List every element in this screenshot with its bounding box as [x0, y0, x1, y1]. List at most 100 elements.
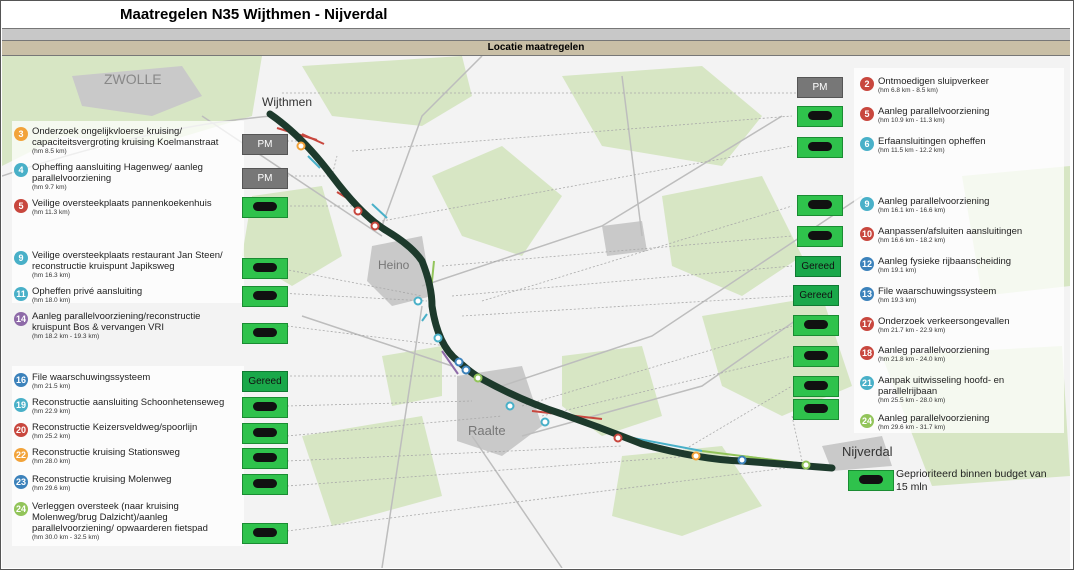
marker-12: 12 [860, 257, 874, 271]
status-budget [242, 397, 288, 418]
item-label: Aanleg parallelvoorziening [878, 106, 990, 117]
status-budget [242, 423, 288, 444]
marker-22: 22 [14, 448, 28, 462]
legend-swatch [848, 470, 894, 491]
item-label: Aanleg parallelvoorziening [878, 345, 990, 356]
marker-24: 24 [860, 414, 874, 428]
status-budget [242, 474, 288, 495]
item-label: Aanleg fysieke rijbaanscheiding [878, 256, 1012, 267]
left-item-11: 11 Opheffen privé aansluiting (hm 18.0 km… [14, 286, 239, 305]
item-hm: (hm 21.8 km - 24.0 km) [878, 356, 946, 363]
item-hm: (hm 8.5 km) [32, 148, 67, 155]
status-pm: PM [797, 77, 843, 98]
left-item-20: 20 Reconstructie Keizersveldweg/spoorlij… [14, 422, 239, 441]
status-budget [242, 448, 288, 469]
item-hm: (hm 18.2 km - 19.3 km) [32, 333, 100, 340]
item-label: Ontmoedigen sluipverkeer [878, 76, 989, 87]
item-label: Aanpassen/afsluiten aansluitingen [878, 226, 1023, 237]
status-gereed: Gereed [793, 285, 839, 306]
marker-18: 18 [860, 346, 874, 360]
status-budget [242, 197, 288, 218]
item-hm: (hm 29.6 km - 31.7 km) [878, 424, 946, 431]
marker-16: 16 [14, 373, 28, 387]
page-title: Maatregelen N35 Wijthmen - Nijverdal [120, 6, 388, 23]
marker-19: 19 [14, 398, 28, 412]
item-hm: (hm 21.5 km) [32, 383, 71, 390]
legend-text: Geprioriteerd binnen budget van 15 mln [896, 468, 1047, 493]
marker-2: 2 [860, 77, 874, 91]
item-hm: (hm 25.5 km - 28.0 km) [878, 397, 946, 404]
item-label: Aanleg parallelvoorziening [878, 413, 990, 424]
item-label: Aanpak uitwisseling hoofd- en parallelri… [878, 375, 1005, 397]
right-item-9: 9 Aanleg parallelvoorziening (hm 16.1 km … [860, 196, 1060, 215]
right-item-6: 6 Erfaansluitingen opheffen (hm 11.5 km -… [860, 136, 1060, 155]
item-hm: (hm 21.7 km - 22.9 km) [878, 327, 946, 334]
marker-21: 21 [860, 376, 874, 390]
right-item-17: 17 Onderzoek verkeersongevallen (hm 21.7 … [860, 316, 1060, 335]
marker-10: 10 [860, 227, 874, 241]
right-item-2: 2 Ontmoedigen sluipverkeer (hm 6.8 km - 8… [860, 76, 1060, 95]
right-item-5: 5 Aanleg parallelvoorziening (hm 10.9 km … [860, 106, 1060, 125]
marker-3: 3 [14, 127, 28, 141]
status-gereed: Gereed [242, 371, 288, 392]
right-item-18: 18 Aanleg parallelvoorziening (hm 21.8 km… [860, 345, 1060, 364]
place-heino: Heino [378, 258, 410, 272]
left-item-19: 19 Reconstructie aansluiting Schoonheten… [14, 397, 239, 416]
item-hm: (hm 16.1 km - 16.6 km) [878, 207, 946, 214]
status-budget [793, 315, 839, 336]
item-hm: (hm 22.9 km) [32, 408, 71, 415]
item-label: Opheffen privé aansluiting [32, 286, 143, 297]
place-raalte: Raalte [468, 423, 506, 438]
place-wijthmen: Wijthmen [262, 95, 313, 109]
item-hm: (hm 11.5 km - 12.2 km) [878, 147, 945, 154]
marker-17: 17 [860, 317, 874, 331]
right-item-21: 21 Aanpak uitwisseling hoofd- en paralle… [860, 375, 1060, 405]
marker-4: 4 [14, 163, 28, 177]
item-label: Reconstructie kruising Stationsweg [32, 447, 180, 458]
marker-5: 5 [14, 199, 28, 213]
item-label: File waarschuwingssysteem [878, 286, 997, 297]
item-label: File waarschuwingssysteem [32, 372, 151, 383]
item-label: Reconstructie kruising Molenweg [32, 474, 172, 485]
left-item-16: 16 File waarschuwingssysteem (hm 21.5 km) [14, 372, 239, 391]
item-label: Veilige oversteekplaats restaurant Jan S… [32, 250, 223, 272]
status-budget [242, 258, 288, 279]
left-item-23: 23 Reconstructie kruising Molenweg (hm 29… [14, 474, 239, 493]
item-hm: (hm 9.7 km) [32, 184, 67, 191]
place-nijverdal: Nijverdal [842, 444, 893, 459]
status-budget [797, 226, 843, 247]
status-budget [793, 376, 839, 397]
right-item-12: 12 Aanleg fysieke rijbaanscheiding (hm 19… [860, 256, 1060, 275]
item-label: Reconstructie aansluiting Schoonhetensew… [32, 397, 225, 408]
item-label: Reconstructie Keizersveldweg/spoorlijn [32, 422, 198, 433]
status-budget [793, 399, 839, 420]
item-label: Onderzoek verkeersongevallen [878, 316, 1010, 327]
item-hm: (hm 11.3 km) [32, 209, 70, 216]
marker-20: 20 [14, 423, 28, 437]
item-label: Aanleg parallelvoorziening/reconstructie… [32, 311, 201, 333]
marker-11: 11 [14, 287, 28, 301]
status-budget [242, 323, 288, 344]
item-hm: (hm 29.6 km) [32, 485, 71, 492]
status-gereed: Gereed [795, 256, 841, 277]
marker-13: 13 [860, 287, 874, 301]
item-hm: (hm 6.8 km - 8.5 km) [878, 87, 938, 94]
header-divider [2, 28, 1070, 41]
item-hm: (hm 19.1 km) [878, 267, 917, 274]
status-budget [797, 137, 843, 158]
item-hm: (hm 10.9 km - 11.3 km) [878, 117, 945, 124]
status-budget [242, 286, 288, 307]
status-budget [797, 106, 843, 127]
left-item-9: 9 Veilige oversteekplaats restaurant Jan… [14, 250, 239, 280]
item-label: Erfaansluitingen opheffen [878, 136, 986, 147]
marker-14: 14 [14, 312, 28, 326]
item-hm: (hm 19.3 km) [878, 297, 917, 304]
status-pm: PM [242, 134, 288, 155]
item-hm: (hm 28.0 km) [32, 458, 71, 465]
marker-9: 9 [14, 251, 28, 265]
item-label: Opheffing aansluiting Hagenweg/ aanleg p… [32, 162, 203, 184]
status-budget [793, 346, 839, 367]
right-item-24: 24 Aanleg parallelvoorziening (hm 29.6 km… [860, 413, 1060, 432]
marker-9: 9 [860, 197, 874, 211]
item-hm: (hm 16.6 km - 18.2 km) [878, 237, 946, 244]
